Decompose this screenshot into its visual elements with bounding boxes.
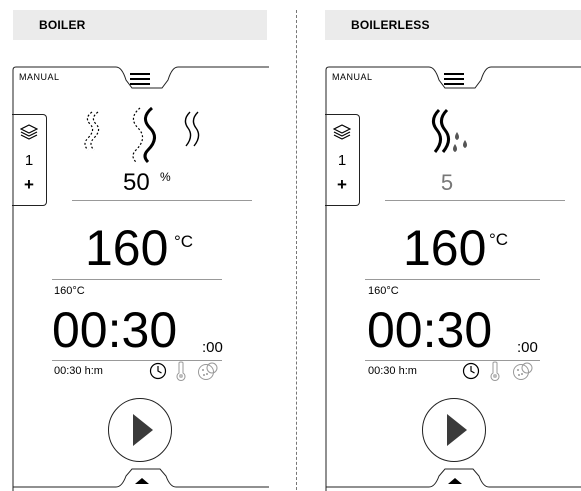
temperature-setpoint: 160°C [54,285,85,297]
temperature-value[interactable]: 160 [403,220,486,276]
timer-value[interactable]: 00:30 [367,302,492,358]
divider [296,10,297,490]
layers-control[interactable]: 1 + [325,114,360,206]
humidity-value: 50 [123,169,150,196]
banner-boiler: BOILER [13,10,267,40]
layers-icon [20,124,38,140]
rule [365,279,540,280]
timer-value[interactable]: 00:30 [52,302,177,358]
cookbook-icon[interactable] [197,361,219,381]
menu-icon[interactable] [443,72,465,86]
banner-label: BOILER [39,18,86,32]
thermometer-icon[interactable] [174,361,188,381]
layers-count: 1 [337,152,347,169]
start-button[interactable] [108,398,172,462]
rule [385,200,565,201]
rule [72,200,252,201]
steam-icon-selected [132,106,156,164]
layers-count: 1 [24,152,34,169]
temperature-setpoint: 160°C [368,285,399,297]
steam-icon [184,111,200,147]
temperature-unit: °C [489,230,509,249]
steam-icon[interactable] [425,106,475,162]
steam-icon [84,111,100,151]
layers-add-button[interactable]: + [325,175,359,195]
panel-boiler: MANUAL 1 + 50 % 160 °C 160°C 00:30 :00 0… [12,66,270,491]
menu-icon[interactable] [129,72,151,86]
mode-label: MANUAL [19,72,60,82]
banner-boilerless: BOILERLESS [325,10,581,40]
humidity-value: 5 [440,170,454,195]
timer-seconds: :00 [517,339,538,356]
timer-setpoint: 00:30 h:m [368,365,417,377]
temperature-value[interactable]: 160 [85,220,168,276]
layers-add-button[interactable]: + [12,175,46,195]
humidity-unit: % [160,170,171,184]
clock-icon[interactable] [462,362,480,380]
steam-level-selector[interactable] [80,106,214,164]
rule [52,279,222,280]
timer-seconds: :00 [202,339,223,356]
cookbook-icon[interactable] [512,361,534,381]
play-icon [447,414,467,446]
start-button[interactable] [422,398,486,462]
banner-label: BOILERLESS [351,18,430,32]
play-icon [133,414,153,446]
mode-label: MANUAL [332,72,373,82]
chevron-up-icon[interactable] [446,476,464,486]
panel-boilerless: MANUAL 1 + 5 160 °C 160°C 00:30 :00 00:3… [325,66,581,491]
clock-icon[interactable] [149,362,167,380]
layers-control[interactable]: 1 + [12,114,47,206]
temperature-unit: °C [174,232,194,251]
chevron-up-icon[interactable] [133,476,151,486]
thermometer-icon[interactable] [488,361,502,381]
timer-setpoint: 00:30 h:m [54,365,103,377]
layers-icon [333,124,351,140]
